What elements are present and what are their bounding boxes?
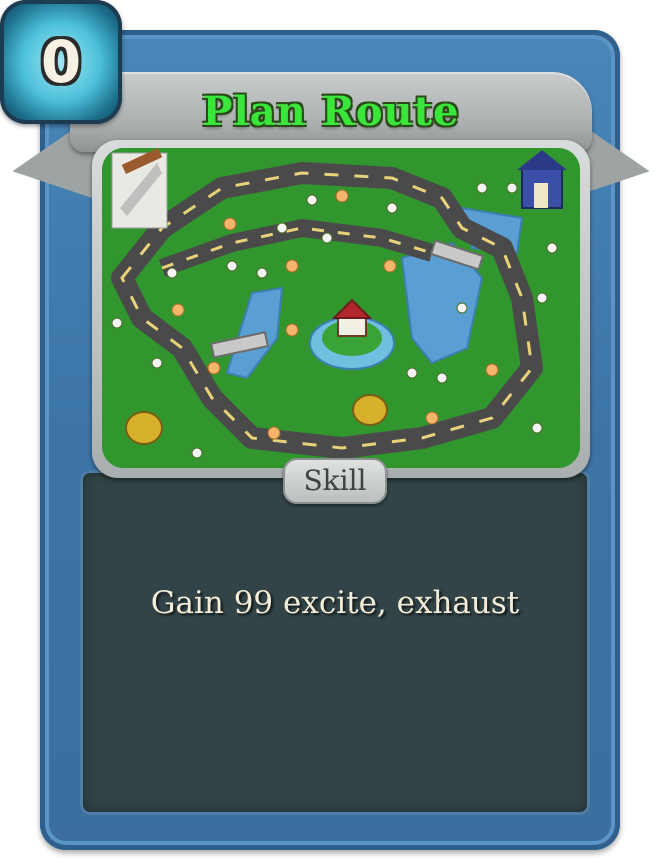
card-description-panel xyxy=(80,470,590,815)
card-art xyxy=(102,148,580,468)
card[interactable]: Plan Route Skill 0 Gain 99 excite, exhau… xyxy=(0,0,660,863)
signpost-icon xyxy=(111,148,168,229)
card-type-label: Skill xyxy=(303,464,367,497)
energy-cost-value: 0 xyxy=(40,28,82,96)
card-title: Plan Route xyxy=(202,88,460,135)
card-description: Gain 99 excite, exhaust xyxy=(150,585,520,621)
